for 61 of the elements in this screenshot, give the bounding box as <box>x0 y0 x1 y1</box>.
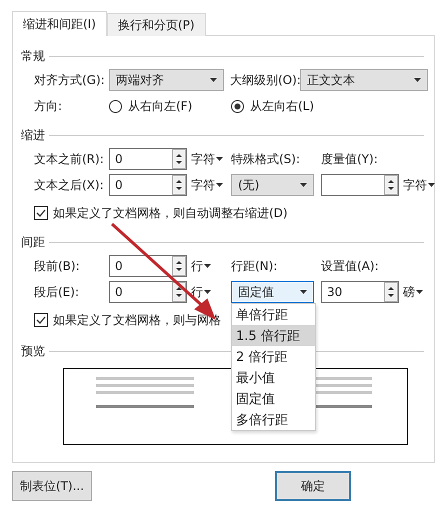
caret-icon <box>414 78 421 82</box>
spin-buttons-icon[interactable] <box>172 149 186 169</box>
field-label: 大纲级别(O): <box>230 72 300 88</box>
check-icon <box>36 209 46 217</box>
field-label: 对齐方式(G): <box>34 72 106 88</box>
tab[interactable]: 缩进和间距(I) <box>12 11 107 36</box>
number-field[interactable]: 0 <box>109 255 187 277</box>
special-format-select[interactable]: (无) <box>231 174 314 196</box>
unit-dropdown[interactable]: 磅 <box>403 284 423 300</box>
number-field[interactable] <box>321 174 399 196</box>
unit-dropdown[interactable]: 字符 <box>191 150 223 168</box>
spin-buttons-icon[interactable] <box>384 175 398 195</box>
dialog-button[interactable]: 确定 <box>275 471 351 501</box>
outline-level-select[interactable]: 正文文本 <box>300 69 428 91</box>
field-label: 文本之前(R): <box>34 150 105 168</box>
field-label: 段前(B): <box>34 258 81 274</box>
number-field[interactable]: 0 <box>109 174 187 196</box>
checkbox-label: 如果定义了文档网格，则自动调整右缩进(D) <box>53 204 289 222</box>
spin-buttons-icon[interactable] <box>172 256 186 276</box>
alignment-select[interactable]: 两端对齐 <box>109 69 224 91</box>
unit-dropdown[interactable]: 行 <box>191 258 211 274</box>
caret-icon <box>428 183 435 187</box>
checkbox[interactable] <box>34 206 48 220</box>
dialog-button[interactable]: 制表位(T)... <box>12 471 92 501</box>
menu-item[interactable]: 固定值 <box>232 388 315 409</box>
field-label: 度量值(Y): <box>321 150 379 168</box>
field-label: 文本之后(X): <box>34 176 105 194</box>
section-heading: 缩进 <box>21 127 45 144</box>
number-field[interactable]: 30 <box>321 281 399 303</box>
radio-option[interactable]: 从左向右(L) <box>231 98 314 114</box>
section-heading: 预览 <box>21 343 45 360</box>
checkbox[interactable] <box>34 313 48 327</box>
field-label: 方向: <box>34 98 64 114</box>
number-field[interactable]: 0 <box>109 281 187 303</box>
section-heading: 常规 <box>21 48 45 65</box>
menu-item[interactable]: 2 倍行距 <box>232 346 315 367</box>
number-field[interactable]: 0 <box>109 148 187 170</box>
radio-option[interactable]: 从右向左(F) <box>109 98 192 114</box>
field-label: 设置值(A): <box>321 258 380 274</box>
field-label: 行距(N): <box>231 258 278 274</box>
menu-item[interactable]: 多倍行距 <box>232 409 315 430</box>
menu-item[interactable]: 1.5 倍行距 <box>232 325 315 346</box>
unit-dropdown[interactable]: 字符 <box>403 176 435 194</box>
spin-buttons-icon[interactable] <box>384 282 398 302</box>
field-label: 特殊格式(S): <box>231 150 302 168</box>
field-label: 段后(E): <box>34 284 80 300</box>
caret-icon <box>300 183 307 187</box>
caret-icon <box>210 78 217 82</box>
unit-dropdown[interactable]: 字符 <box>191 176 223 194</box>
tab[interactable]: 换行和分页(P) <box>106 13 206 36</box>
caret-icon <box>216 157 223 161</box>
menu-item[interactable]: 最小值 <box>232 367 315 388</box>
menu-item[interactable]: 单倍行距 <box>232 304 315 325</box>
section-heading: 间距 <box>21 234 45 251</box>
caret-icon <box>416 290 423 294</box>
spin-buttons-icon[interactable] <box>172 175 186 195</box>
caret-icon <box>216 183 223 187</box>
caret-icon <box>204 264 211 268</box>
check-icon <box>36 316 46 324</box>
caret-icon <box>204 290 211 294</box>
caret-icon <box>300 290 307 294</box>
